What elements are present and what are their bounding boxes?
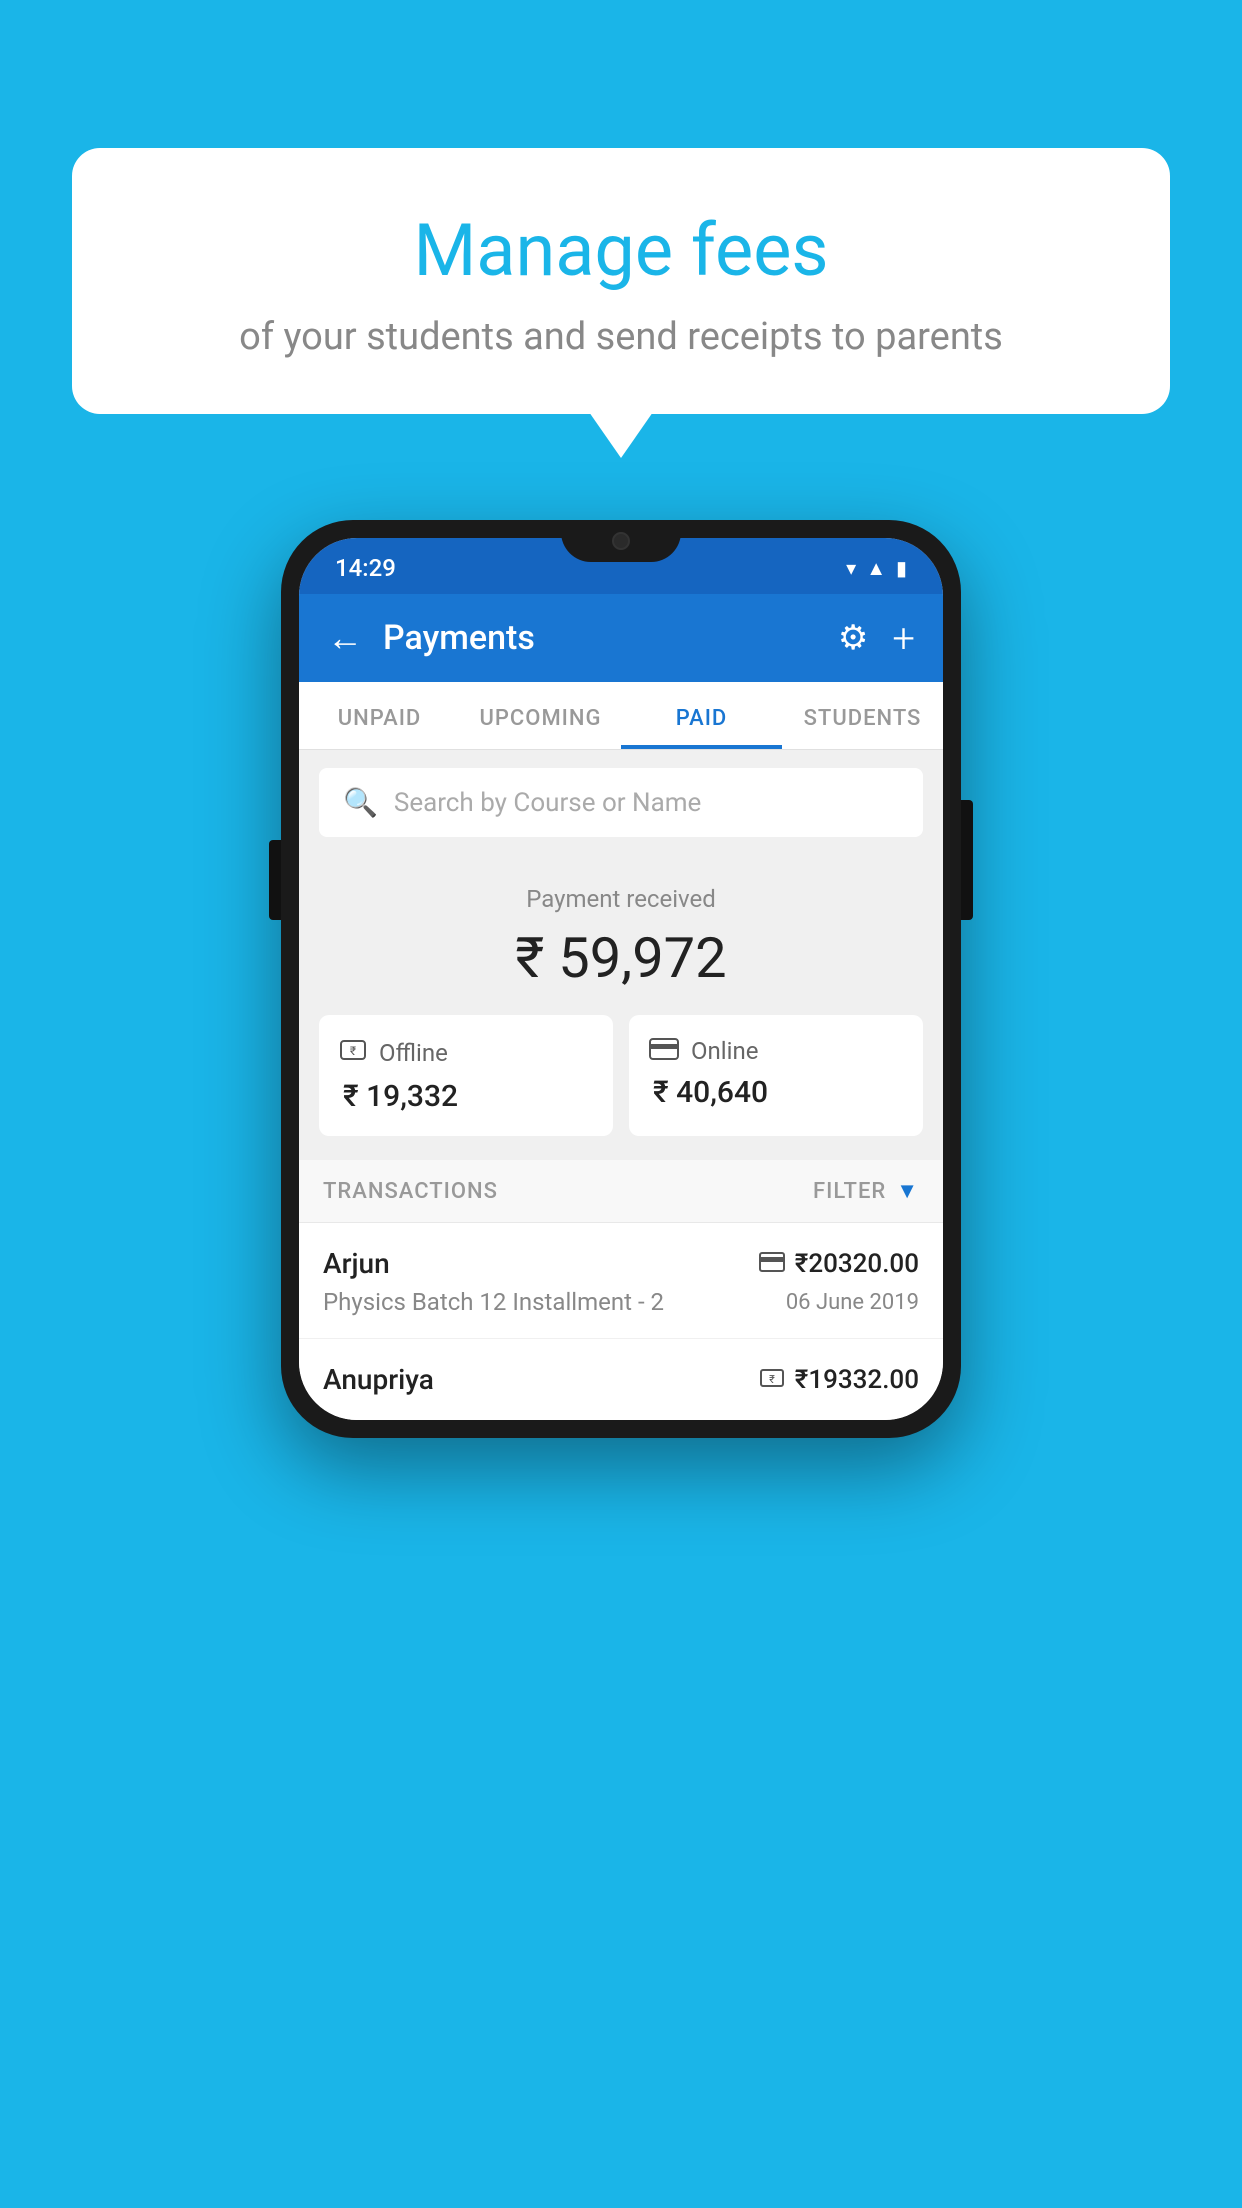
payment-received-label: Payment received xyxy=(319,885,923,913)
bubble-title: Manage fees xyxy=(152,208,1090,293)
transaction-row[interactable]: Arjun ₹20320.00 Physics Batch 12 Install… xyxy=(299,1223,943,1339)
offline-card: ₹ Offline ₹ 19,332 xyxy=(319,1015,613,1136)
online-label: Online xyxy=(691,1037,758,1065)
transactions-label: TRANSACTIONS xyxy=(323,1179,498,1204)
gear-icon[interactable]: ⚙ xyxy=(838,618,868,658)
transaction-course: Physics Batch 12 Installment - 2 xyxy=(323,1288,664,1316)
phone-notch xyxy=(561,520,681,562)
page-title: Payments xyxy=(383,618,838,658)
speech-bubble: Manage fees of your students and send re… xyxy=(72,148,1170,414)
offline-label: Offline xyxy=(379,1039,448,1067)
app-header: ← Payments ⚙ + xyxy=(299,594,943,682)
search-icon: 🔍 xyxy=(343,786,378,819)
add-icon[interactable]: + xyxy=(892,615,915,662)
tab-unpaid[interactable]: UNPAID xyxy=(299,682,460,749)
online-amount: ₹ 40,640 xyxy=(649,1075,768,1110)
tab-students[interactable]: STUDENTS xyxy=(782,682,943,749)
transaction-name-2: Anupriya xyxy=(323,1363,434,1396)
transaction-amount-row-2: ₹ ₹19332.00 xyxy=(759,1365,919,1395)
status-time: 14:29 xyxy=(335,554,396,582)
transaction-bottom: Physics Batch 12 Installment - 2 06 June… xyxy=(323,1288,919,1316)
transaction-amount-2: ₹19332.00 xyxy=(795,1365,919,1395)
tabs-bar: UNPAID UPCOMING PAID STUDENTS xyxy=(299,682,943,750)
filter-icon: ▼ xyxy=(896,1178,919,1204)
transaction-top-2: Anupriya ₹ ₹19332.00 xyxy=(323,1363,919,1396)
transaction-type-icon xyxy=(759,1252,785,1276)
transaction-row-partial[interactable]: Anupriya ₹ ₹19332.00 xyxy=(299,1339,943,1420)
speech-bubble-container: Manage fees of your students and send re… xyxy=(72,148,1170,414)
transaction-type-icon-2: ₹ xyxy=(759,1367,785,1393)
offline-card-header: ₹ Offline xyxy=(339,1037,448,1069)
search-bar[interactable]: 🔍 Search by Course or Name xyxy=(319,768,923,837)
online-card: Online ₹ 40,640 xyxy=(629,1015,923,1136)
payment-total: ₹ 59,972 xyxy=(319,925,923,991)
transaction-name: Arjun xyxy=(323,1247,390,1280)
phone-screen: 14:29 ▾ ▲ ▮ ← Payments ⚙ + UNPAID UPCO xyxy=(299,538,943,1420)
battery-icon: ▮ xyxy=(896,556,907,580)
filter-button[interactable]: FILTER ▼ xyxy=(813,1178,919,1204)
back-button[interactable]: ← xyxy=(327,617,363,659)
search-input[interactable]: Search by Course or Name xyxy=(394,788,701,818)
bubble-subtitle: of your students and send receipts to pa… xyxy=(152,315,1090,359)
offline-amount: ₹ 19,332 xyxy=(339,1079,458,1114)
status-icons: ▾ ▲ ▮ xyxy=(846,556,907,581)
tab-paid[interactable]: PAID xyxy=(621,682,782,749)
payment-cards: ₹ Offline ₹ 19,332 xyxy=(319,1015,923,1136)
online-card-header: Online xyxy=(649,1037,758,1065)
svg-text:₹: ₹ xyxy=(769,1373,775,1386)
search-container: 🔍 Search by Course or Name xyxy=(299,750,943,855)
offline-icon: ₹ xyxy=(339,1037,367,1069)
transaction-amount-row: ₹20320.00 xyxy=(759,1249,919,1279)
tab-upcoming[interactable]: UPCOMING xyxy=(460,682,621,749)
transaction-date: 06 June 2019 xyxy=(786,1290,919,1315)
signal-icon: ▲ xyxy=(866,556,886,581)
transaction-amount: ₹20320.00 xyxy=(795,1249,919,1279)
online-icon xyxy=(649,1038,679,1064)
transactions-header: TRANSACTIONS FILTER ▼ xyxy=(299,1160,943,1223)
svg-text:₹: ₹ xyxy=(350,1044,356,1058)
phone-mockup: 14:29 ▾ ▲ ▮ ← Payments ⚙ + UNPAID UPCO xyxy=(281,520,961,1438)
phone-outer: 14:29 ▾ ▲ ▮ ← Payments ⚙ + UNPAID UPCO xyxy=(281,520,961,1438)
camera xyxy=(612,532,630,550)
transaction-top: Arjun ₹20320.00 xyxy=(323,1247,919,1280)
header-icons: ⚙ + xyxy=(838,615,915,662)
filter-label: FILTER xyxy=(813,1179,886,1204)
wifi-icon: ▾ xyxy=(846,556,856,580)
payment-summary: Payment received ₹ 59,972 ₹ xyxy=(299,855,943,1160)
